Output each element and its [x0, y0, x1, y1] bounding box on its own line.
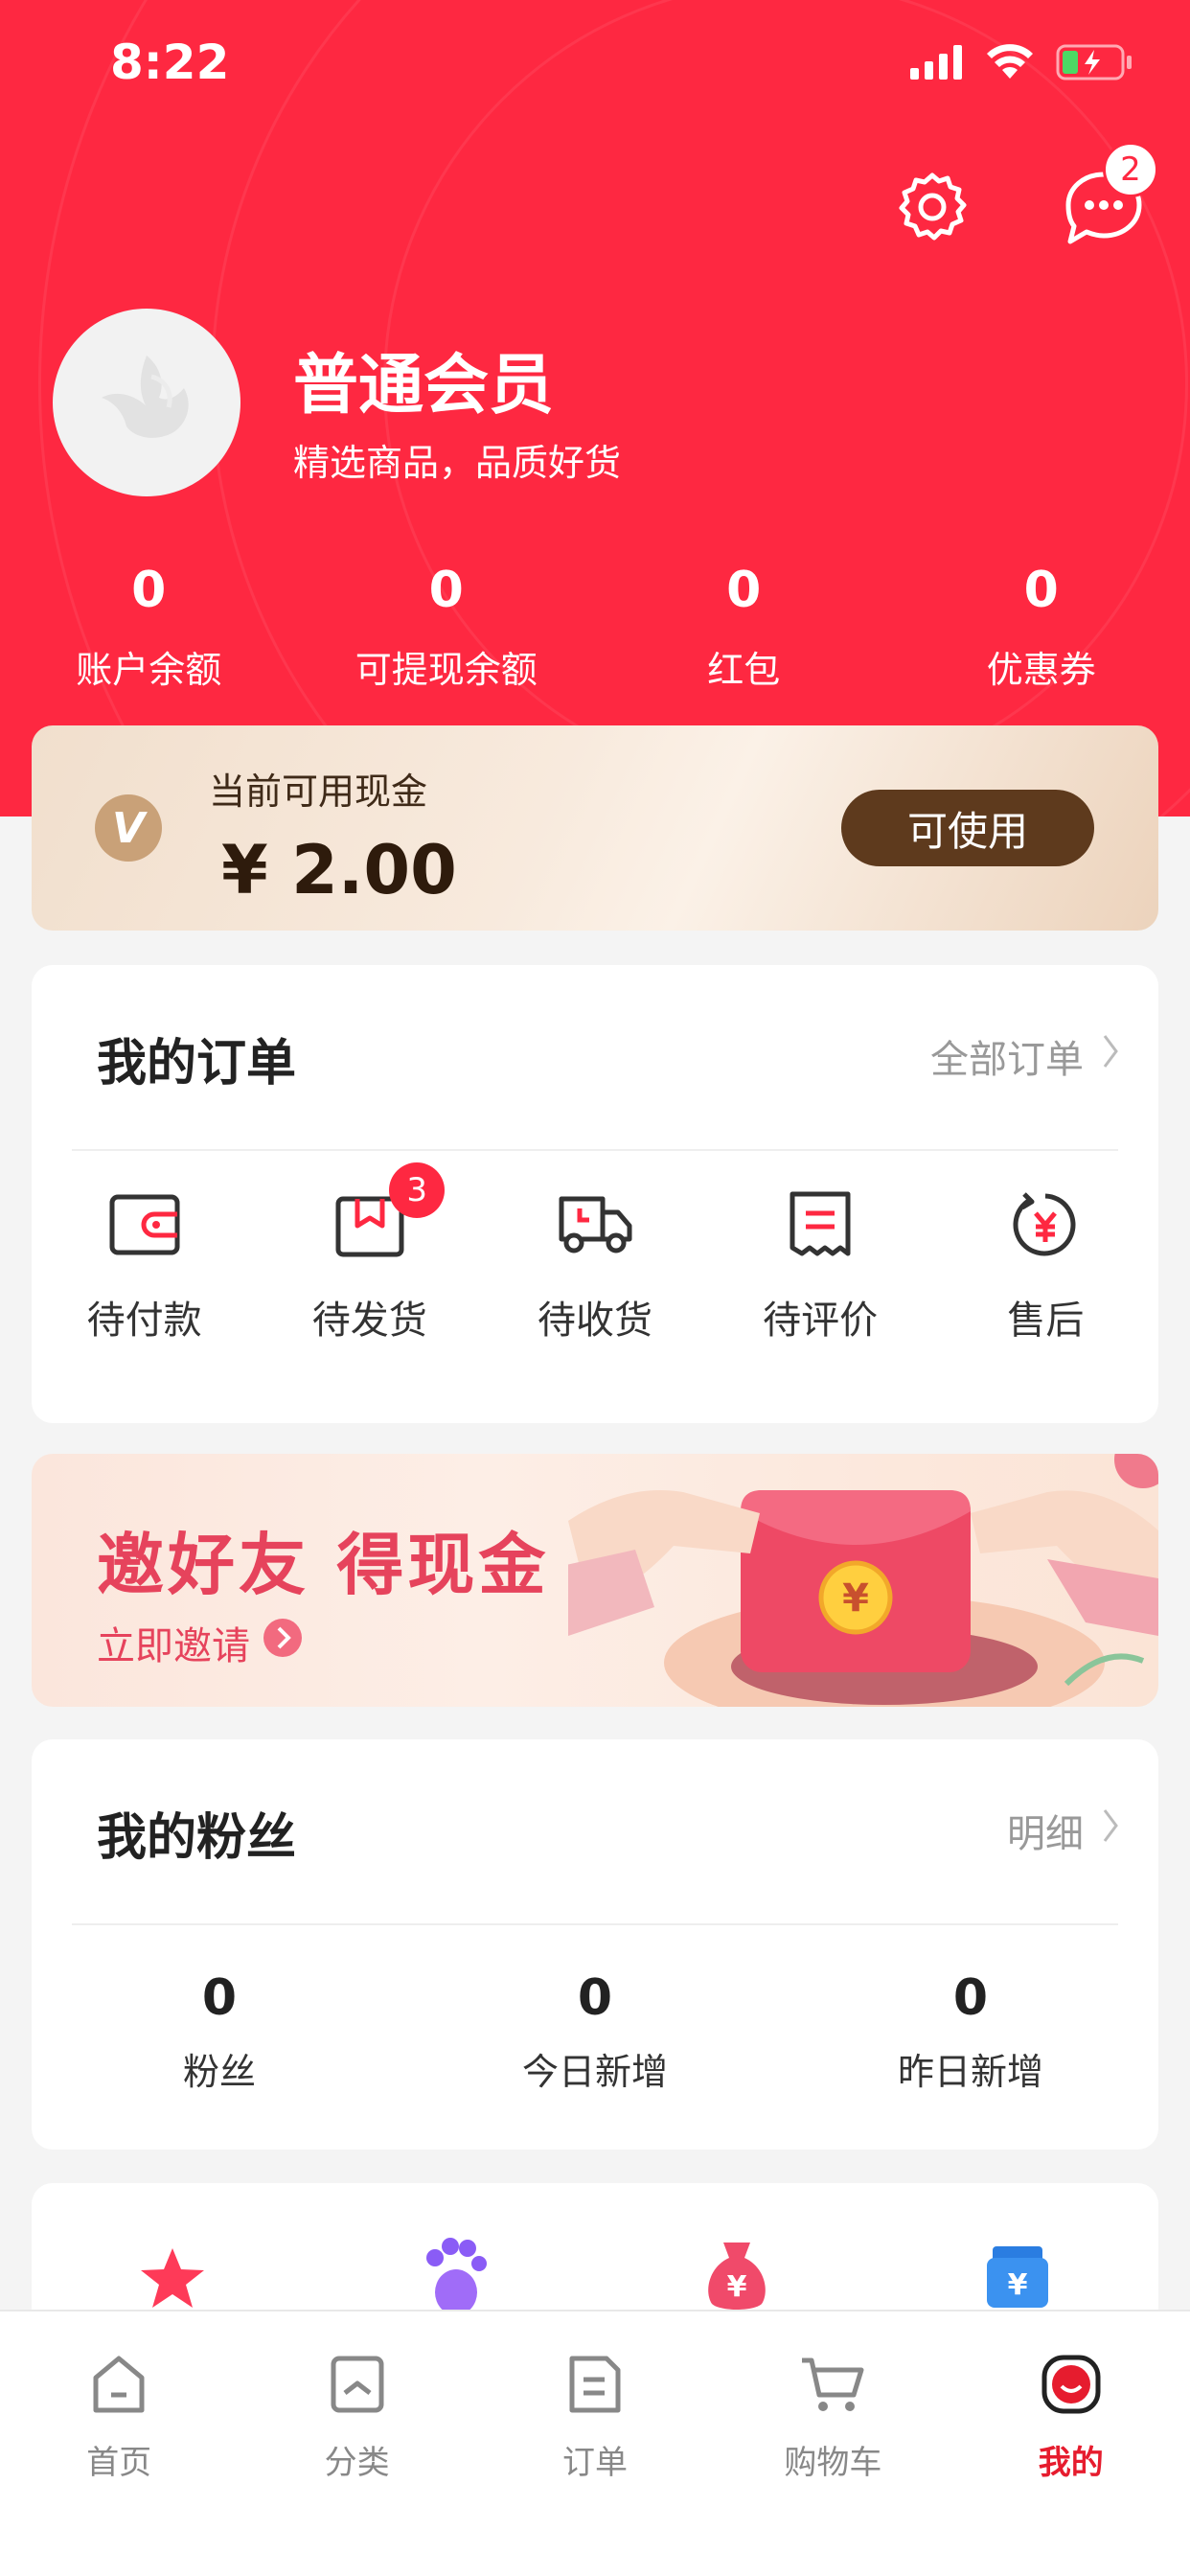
- invite-banner-title: 邀好友 得现金: [97, 1525, 550, 1604]
- fans-title: 我的粉丝: [97, 1809, 297, 1867]
- order-item-label: 待评价: [763, 1299, 879, 1343]
- cash-label: 当前可用现金: [209, 770, 428, 813]
- nav-profile[interactable]: 我的: [952, 2350, 1190, 2483]
- all-orders-link[interactable]: 全部订单: [930, 1028, 1120, 1084]
- home-icon: [90, 2355, 148, 2418]
- vip-v-icon: V: [95, 794, 162, 862]
- member-level-title: 普通会员: [293, 348, 555, 424]
- stat-value: 0: [1023, 562, 1059, 619]
- order-item-label: 售后: [1007, 1299, 1085, 1343]
- nav-home[interactable]: 首页: [0, 2350, 238, 2483]
- red-envelope-illustration: ¥: [549, 1454, 1158, 1707]
- stat-value: 0: [726, 562, 762, 619]
- truck-icon: [557, 1191, 633, 1262]
- invite-banner[interactable]: 邀好友 得现金 立即邀请 ¥: [32, 1454, 1158, 1707]
- order-item-label: 待收货: [537, 1299, 652, 1343]
- refund-icon: [1011, 1190, 1080, 1263]
- nav-label: 我的: [1038, 2444, 1104, 2482]
- nav-label: 分类: [324, 2444, 390, 2482]
- invite-now-link[interactable]: 立即邀请: [97, 1615, 304, 1670]
- svg-text:¥: ¥: [842, 1576, 869, 1621]
- bottom-nav: 首页 分类 订单 购物车 我的: [0, 2310, 1190, 2576]
- svg-text:¥: ¥: [1008, 2268, 1028, 2302]
- wifi-icon: [985, 44, 1035, 84]
- stat-label: 红包: [707, 649, 781, 691]
- stat-value: 0: [428, 562, 464, 619]
- nav-label: 订单: [561, 2444, 628, 2482]
- cash-amount: ¥ 2.00: [221, 831, 457, 909]
- wallet-icon: [108, 1193, 181, 1260]
- nav-label: 首页: [86, 2444, 152, 2482]
- fan-value: 0: [201, 1969, 238, 2027]
- fan-label: 今日新增: [521, 2051, 668, 2093]
- fans-panel: 我的粉丝 明细 0 粉丝 0 今日新增 0 昨日新增: [32, 1739, 1158, 2150]
- order-icon: [568, 2355, 622, 2418]
- money-bag-icon[interactable]: ¥: [702, 2239, 771, 2315]
- order-count-badge: 3: [389, 1162, 446, 1218]
- all-orders-label: 全部订单: [930, 1038, 1084, 1082]
- fans-detail-label: 明细: [1007, 1812, 1084, 1856]
- nav-cart[interactable]: 购物车: [714, 2350, 951, 2483]
- fans-detail-link[interactable]: 明细: [1007, 1803, 1120, 1858]
- order-after-sales[interactable]: 售后: [933, 1184, 1158, 1345]
- invite-now-label: 立即邀请: [97, 1624, 250, 1668]
- order-pending-shipment[interactable]: 3 待发货: [257, 1162, 482, 1345]
- order-item-label: 待付款: [86, 1299, 202, 1343]
- profile-icon: [1041, 2354, 1102, 2419]
- review-icon: [787, 1190, 854, 1263]
- divider: [72, 1923, 1118, 1925]
- category-icon: [330, 2355, 385, 2418]
- battery-icon: [1056, 44, 1133, 84]
- stat-coupon[interactable]: 0 优惠券: [893, 556, 1190, 693]
- stat-value: 0: [131, 562, 167, 619]
- stat-red-packet[interactable]: 0 红包: [595, 556, 893, 693]
- order-pending-receipt[interactable]: 待收货: [482, 1184, 707, 1345]
- chevron-right-icon: [1101, 1806, 1120, 1854]
- fan-value: 0: [952, 1969, 989, 2027]
- paw-icon[interactable]: [422, 2237, 489, 2317]
- arrow-circle-icon: [262, 1617, 304, 1668]
- stat-label: 账户余额: [76, 649, 222, 691]
- orders-title: 我的订单: [97, 1035, 297, 1092]
- use-cash-button[interactable]: 可使用: [841, 790, 1094, 866]
- message-count-badge: 2: [1103, 142, 1158, 197]
- nav-label: 购物车: [784, 2444, 882, 2482]
- signal-icon: [910, 45, 964, 83]
- account-stats: 0 账户余额 0 可提现余额 0 红包 0 优惠券: [0, 556, 1190, 693]
- avatar[interactable]: [53, 309, 240, 496]
- stat-label: 优惠券: [986, 649, 1096, 691]
- nav-orders[interactable]: 订单: [476, 2350, 714, 2483]
- fans-total[interactable]: 0 粉丝: [32, 1969, 407, 2095]
- order-item-label: 待发货: [311, 1299, 427, 1343]
- nav-category[interactable]: 分类: [238, 2350, 475, 2483]
- stat-withdrawable-balance[interactable]: 0 可提现余额: [298, 556, 596, 693]
- fan-label: 粉丝: [182, 2051, 256, 2093]
- cart-icon: [800, 2355, 865, 2418]
- message-button[interactable]: 2: [1061, 142, 1158, 253]
- order-pending-payment[interactable]: 待付款: [32, 1184, 257, 1345]
- fans-yesterday[interactable]: 0 昨日新增: [783, 1969, 1158, 2095]
- stat-account-balance[interactable]: 0 账户余额: [0, 556, 298, 693]
- swan-logo-icon: [84, 338, 209, 467]
- chevron-right-icon: [1101, 1032, 1120, 1080]
- fans-today[interactable]: 0 今日新增: [407, 1969, 783, 2095]
- star-icon[interactable]: [139, 2246, 206, 2313]
- svg-text:¥: ¥: [727, 2270, 747, 2304]
- divider: [72, 1149, 1118, 1151]
- fan-value: 0: [577, 1969, 613, 2027]
- status-time: 8:22: [110, 34, 230, 90]
- orders-panel: 我的订单 全部订单 待付款 3 待发货 待收货 待评价 售后: [32, 965, 1158, 1423]
- wallet-cash-icon[interactable]: ¥: [983, 2242, 1052, 2313]
- order-pending-review[interactable]: 待评价: [708, 1184, 933, 1345]
- fan-label: 昨日新增: [897, 2051, 1043, 2093]
- status-icons: [910, 44, 1133, 84]
- cash-card: V 当前可用现金 ¥ 2.00 可使用: [32, 725, 1158, 931]
- settings-gear-icon[interactable]: [889, 165, 975, 251]
- stat-label: 可提现余额: [355, 649, 538, 691]
- member-slogan: 精选商品，品质好货: [293, 442, 622, 484]
